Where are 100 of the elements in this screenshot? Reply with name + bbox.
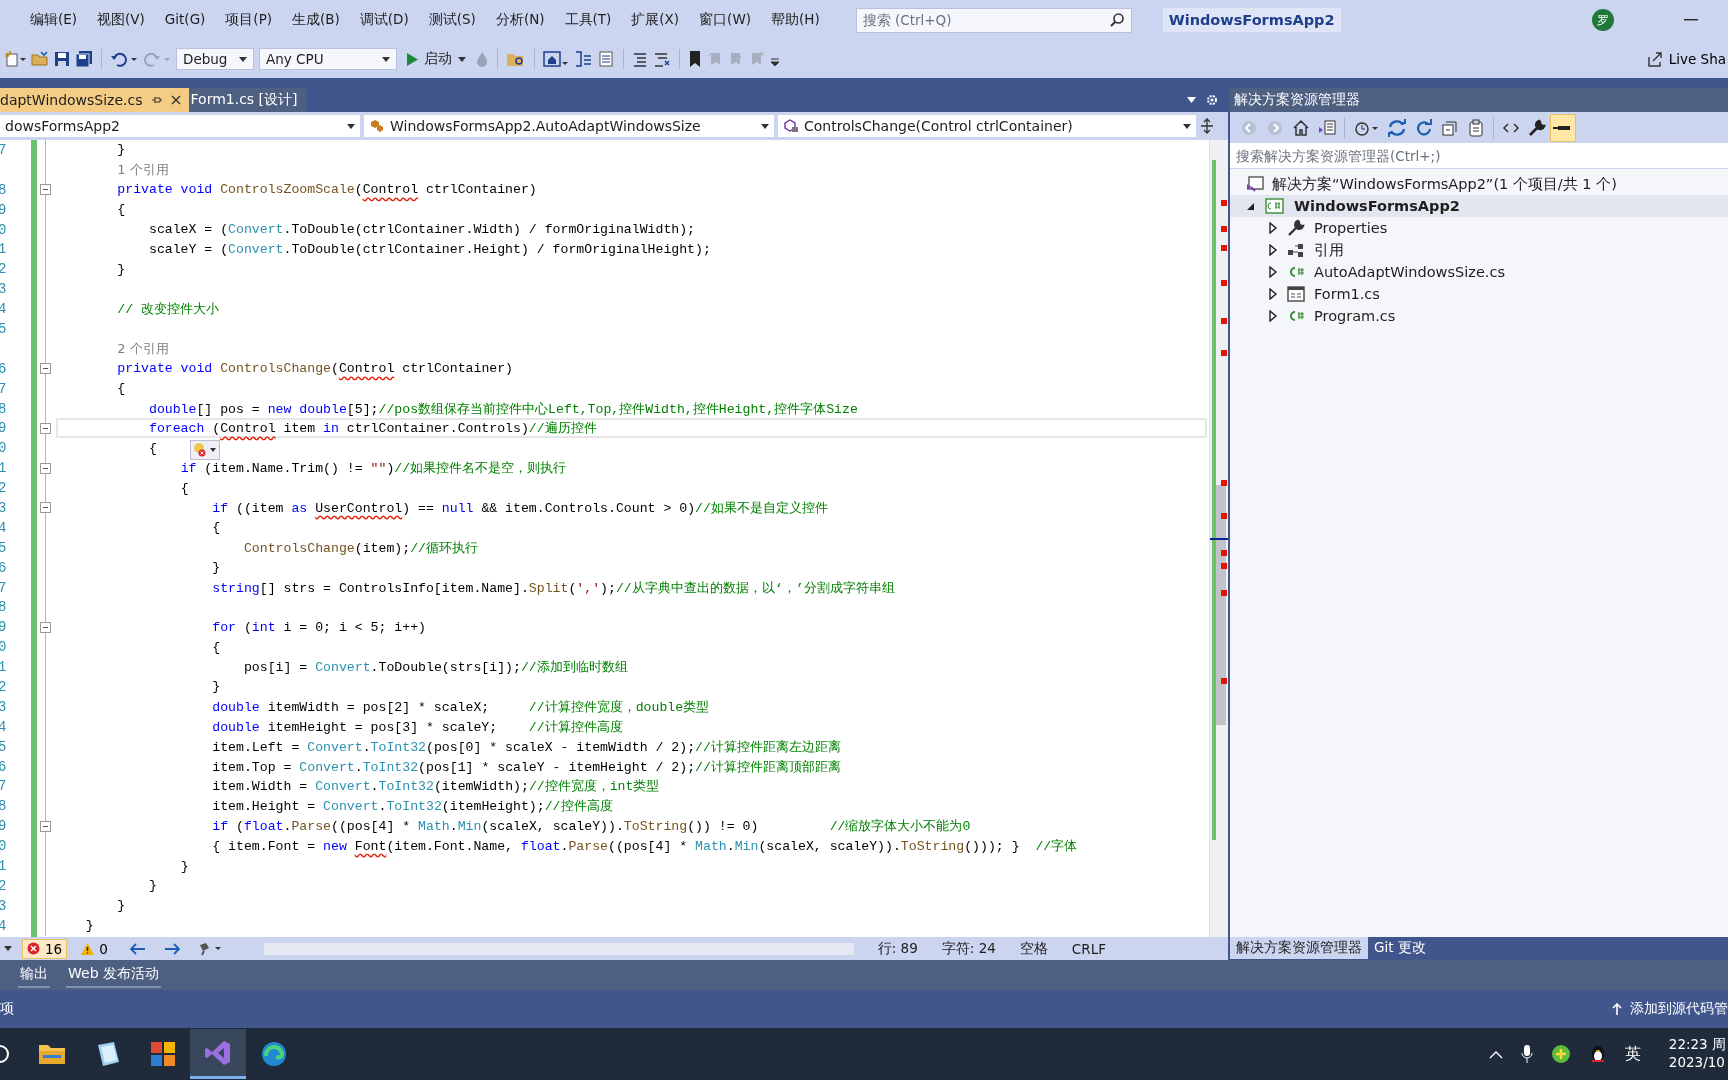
minimize-icon[interactable] (1684, 19, 1698, 21)
code-line: { item.Font = new Font(item.Font.Name, float.Parse((pos[4] * Math.Min(scaleX, scaleY)).ToString())); } //字体 (212, 838, 1078, 856)
home-icon[interactable] (1292, 118, 1310, 137)
copy-icon[interactable] (1467, 118, 1485, 137)
brush-icon[interactable] (197, 941, 224, 956)
class-dropdown[interactable]: WindowsFormsApp2.AutoAdaptWindowsSize (364, 115, 774, 137)
step-icon[interactable] (574, 50, 592, 68)
collapsed-arrow-icon[interactable] (1268, 222, 1278, 234)
settings-icon[interactable] (1206, 94, 1218, 106)
pin-icon[interactable] (1550, 113, 1576, 142)
configuration-dropdown[interactable]: Debug (176, 48, 254, 70)
new-project-icon[interactable] (4, 50, 26, 68)
refresh-icon[interactable] (1415, 118, 1433, 137)
tool-window-tab[interactable]: Web 发布活动 (66, 962, 161, 988)
tree-item[interactable]: AutoAdaptWindowsSize.cs (1230, 261, 1728, 283)
column-indicator: 字符: 24 (941, 939, 996, 958)
account-avatar[interactable]: 罗 (1592, 9, 1614, 31)
menu-item[interactable]: 测试(S) (428, 11, 486, 29)
undo-icon[interactable] (110, 50, 138, 68)
live-share-button[interactable]: Live Sha (1646, 51, 1726, 67)
bookmark-icon[interactable] (688, 50, 702, 68)
tiles-app-icon[interactable] (150, 1041, 176, 1067)
collapsed-arrow-icon[interactable] (1268, 266, 1278, 278)
folder-icon[interactable] (38, 1042, 66, 1066)
document-tab[interactable]: daptWindowsSize.cs (0, 88, 189, 112)
menu-item[interactable]: 调试(D) (359, 11, 419, 29)
menu-item[interactable]: 视图(V) (97, 11, 155, 29)
save-icon[interactable] (54, 51, 70, 67)
platform-dropdown[interactable]: Any CPU (259, 48, 397, 70)
collapse-icon[interactable] (40, 820, 51, 832)
search-field[interactable]: 搜索 (Ctrl+Q) (855, 7, 1132, 33)
microphone-icon[interactable] (1520, 1044, 1533, 1064)
collapsed-arrow-icon[interactable] (1268, 288, 1278, 300)
menu-item[interactable]: 分析(N) (495, 11, 555, 29)
tree-item[interactable]: WindowsFormsApp2 (1230, 195, 1728, 217)
member-dropdown[interactable]: ControlsChange(Control ctrlContainer) (778, 115, 1196, 137)
collapse-icon[interactable] (40, 502, 51, 514)
clock-date[interactable]: 2023/10 (1668, 1054, 1726, 1072)
caret-icon[interactable] (1187, 97, 1196, 103)
collapse-all-icon[interactable] (1441, 118, 1459, 137)
panel-tab[interactable]: Git 更改 (1368, 937, 1432, 959)
menu-item[interactable]: Git(G) (164, 11, 216, 29)
collapse-icon[interactable] (40, 422, 51, 434)
spacing-indicator[interactable]: 空格 (1019, 939, 1048, 958)
reference-count-link[interactable]: 2 个引用 (117, 339, 169, 358)
menu-item[interactable]: 扩展(X) (631, 11, 690, 29)
panel-tab[interactable]: 解决方案资源管理器 (1230, 937, 1368, 959)
code-line: if (float.Parse((pos[4] * Math.Min(scaleX, scaleY)).ToString()) != 0) //缩放字体大小不能为0 (212, 818, 971, 836)
reference-count-link[interactable]: 1 个引用 (117, 160, 169, 179)
caret-icon[interactable] (4, 946, 12, 951)
document-tab[interactable]: Form1.cs [设计] (188, 88, 306, 112)
input-method-indicator[interactable]: 英 (1624, 1043, 1641, 1065)
menu-item[interactable]: 编辑(E) (30, 11, 88, 29)
document-icon[interactable] (597, 50, 615, 68)
back-arrow-icon[interactable] (129, 942, 146, 955)
open-folder-icon[interactable] (31, 50, 49, 68)
menu-item[interactable]: 项目(P) (225, 11, 283, 29)
start-button[interactable]: 启动 (402, 48, 470, 70)
sync-icon[interactable] (1387, 118, 1407, 137)
warning-filter-button[interactable]: 0 (77, 939, 112, 958)
tree-item[interactable]: Properties (1230, 217, 1728, 239)
search-icon[interactable] (0, 1043, 10, 1065)
plus-circle-icon[interactable] (1550, 1044, 1571, 1064)
chevron-up-icon[interactable] (1488, 1049, 1503, 1059)
comment-lines-icon[interactable] (632, 51, 648, 67)
home-icon[interactable] (543, 50, 569, 68)
tree-item[interactable]: Form1.cs (1230, 283, 1728, 305)
collapse-icon[interactable] (40, 621, 51, 633)
tree-item[interactable]: 解决方案“WindowsFormsApp2”(1 个项目/共 1 个) (1230, 173, 1728, 195)
horizontal-scrollbar[interactable] (263, 942, 854, 955)
tool-window-tab[interactable]: 输出 (18, 962, 50, 988)
visual-studio-taskbar-button[interactable] (190, 1029, 246, 1079)
collapse-icon[interactable] (40, 363, 51, 375)
error-filter-button[interactable]: 16 (22, 938, 68, 959)
close-icon[interactable] (170, 95, 181, 105)
collapsed-arrow-icon[interactable] (1268, 310, 1278, 322)
search-field[interactable]: 搜索解决方案资源管理器(Ctrl+;) (1230, 143, 1728, 169)
uncomment-lines-icon[interactable] (653, 51, 671, 67)
menu-item[interactable]: 工具(T) (564, 11, 622, 29)
save-all-icon[interactable] (75, 50, 93, 68)
code-line: for (int i = 0; i < 5; i++) (212, 619, 426, 635)
switch-views-icon[interactable] (1318, 118, 1336, 137)
collapse-icon[interactable] (40, 462, 51, 474)
clock-time[interactable]: 22:23 周 (1668, 1036, 1726, 1054)
wrench-icon[interactable] (1528, 118, 1546, 137)
vertical-scrollbar[interactable] (1209, 140, 1228, 937)
add-to-source-control-button[interactable]: 添加到源代码管 (1612, 1000, 1728, 1018)
collapsed-arrow-icon[interactable] (1268, 244, 1278, 256)
menu-item[interactable]: 帮助(H) (771, 11, 830, 29)
forward-arrow-icon[interactable] (163, 942, 180, 955)
menu-item[interactable]: 窗口(W) (699, 11, 761, 29)
menu-item[interactable]: 生成(B) (292, 11, 350, 29)
collapse-icon[interactable] (40, 184, 51, 196)
tree-item[interactable]: Program.cs (1230, 305, 1728, 327)
lightbulb-error-icon[interactable] (190, 440, 220, 460)
line-ending-indicator[interactable]: CRLF (1071, 940, 1106, 957)
tree-item[interactable]: 引用 (1230, 239, 1728, 261)
browser-icon[interactable] (260, 1040, 288, 1068)
split-icon[interactable] (1200, 118, 1214, 134)
project-dropdown[interactable]: dowsFormsApp2 (0, 115, 360, 137)
